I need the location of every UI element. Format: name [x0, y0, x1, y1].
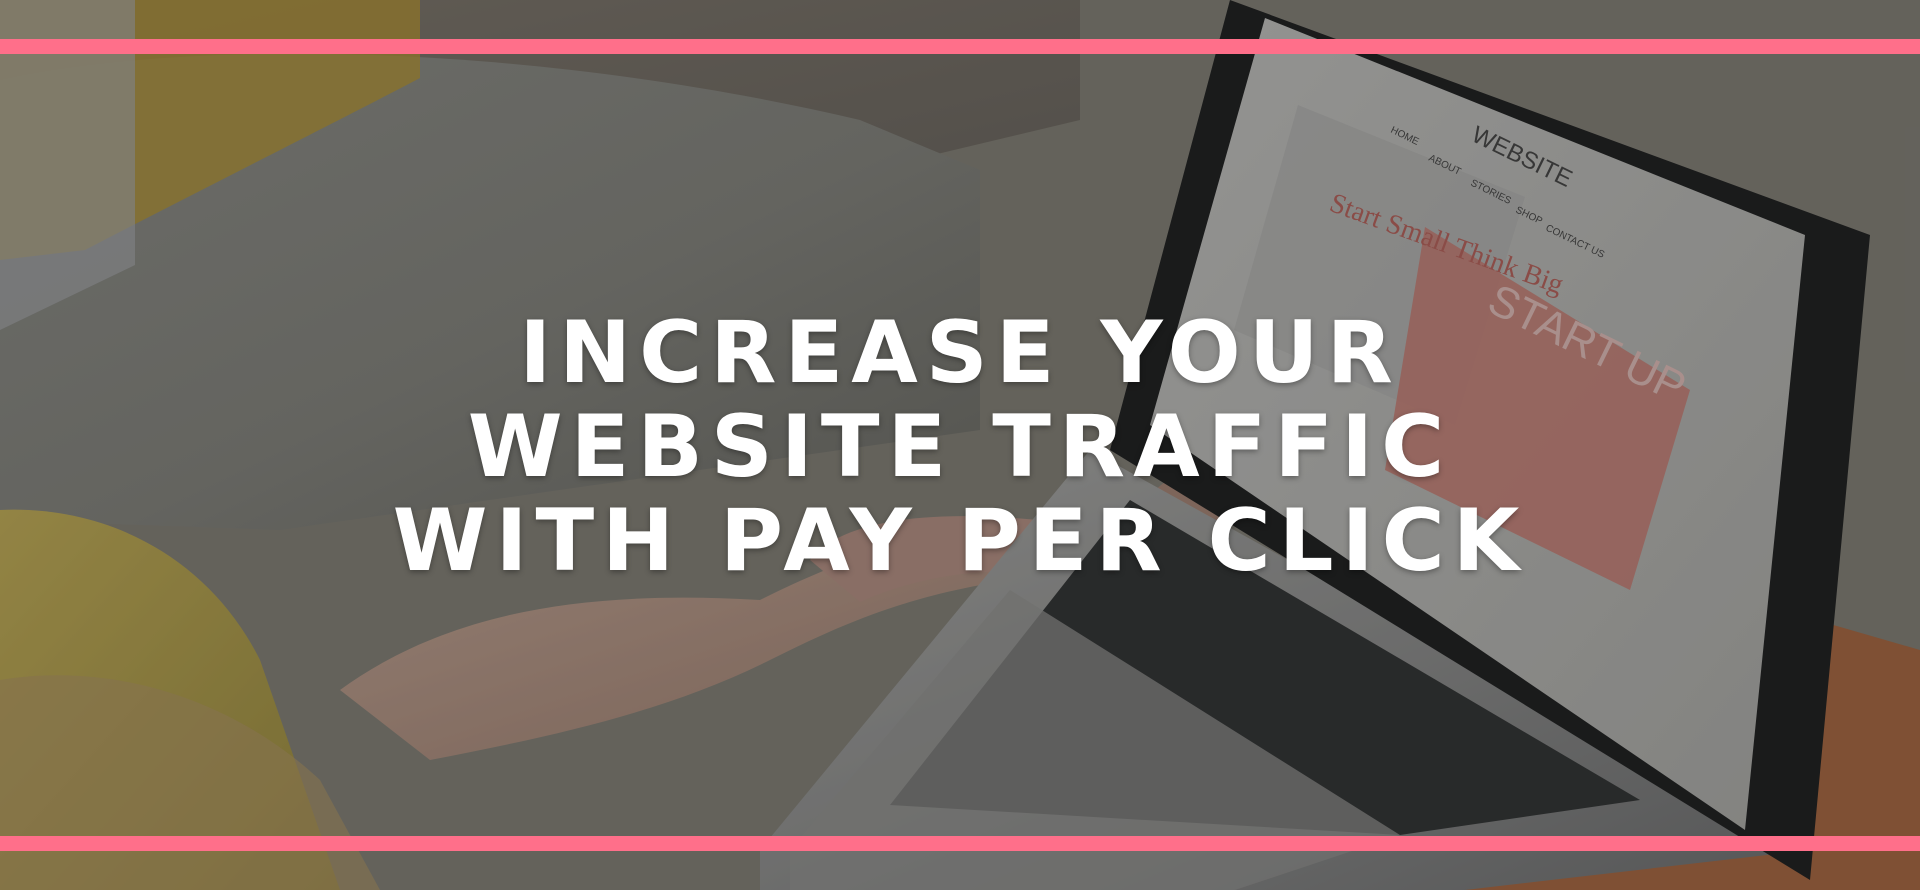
- headline-line-2: WEBSITE TRAFFIC: [467, 397, 1453, 497]
- headline-line-1: INCREASE YOUR: [519, 303, 1401, 403]
- hero-banner: WEBSITE HOME ABOUT STORIES SHOP CONTACT …: [0, 0, 1920, 890]
- bottom-accent-line: [0, 836, 1920, 851]
- hero-headline: INCREASE YOUR WEBSITE TRAFFIC WITH PAY P…: [0, 306, 1920, 588]
- top-accent-line: [0, 39, 1920, 54]
- headline-line-3: WITH PAY PER CLICK: [392, 491, 1528, 591]
